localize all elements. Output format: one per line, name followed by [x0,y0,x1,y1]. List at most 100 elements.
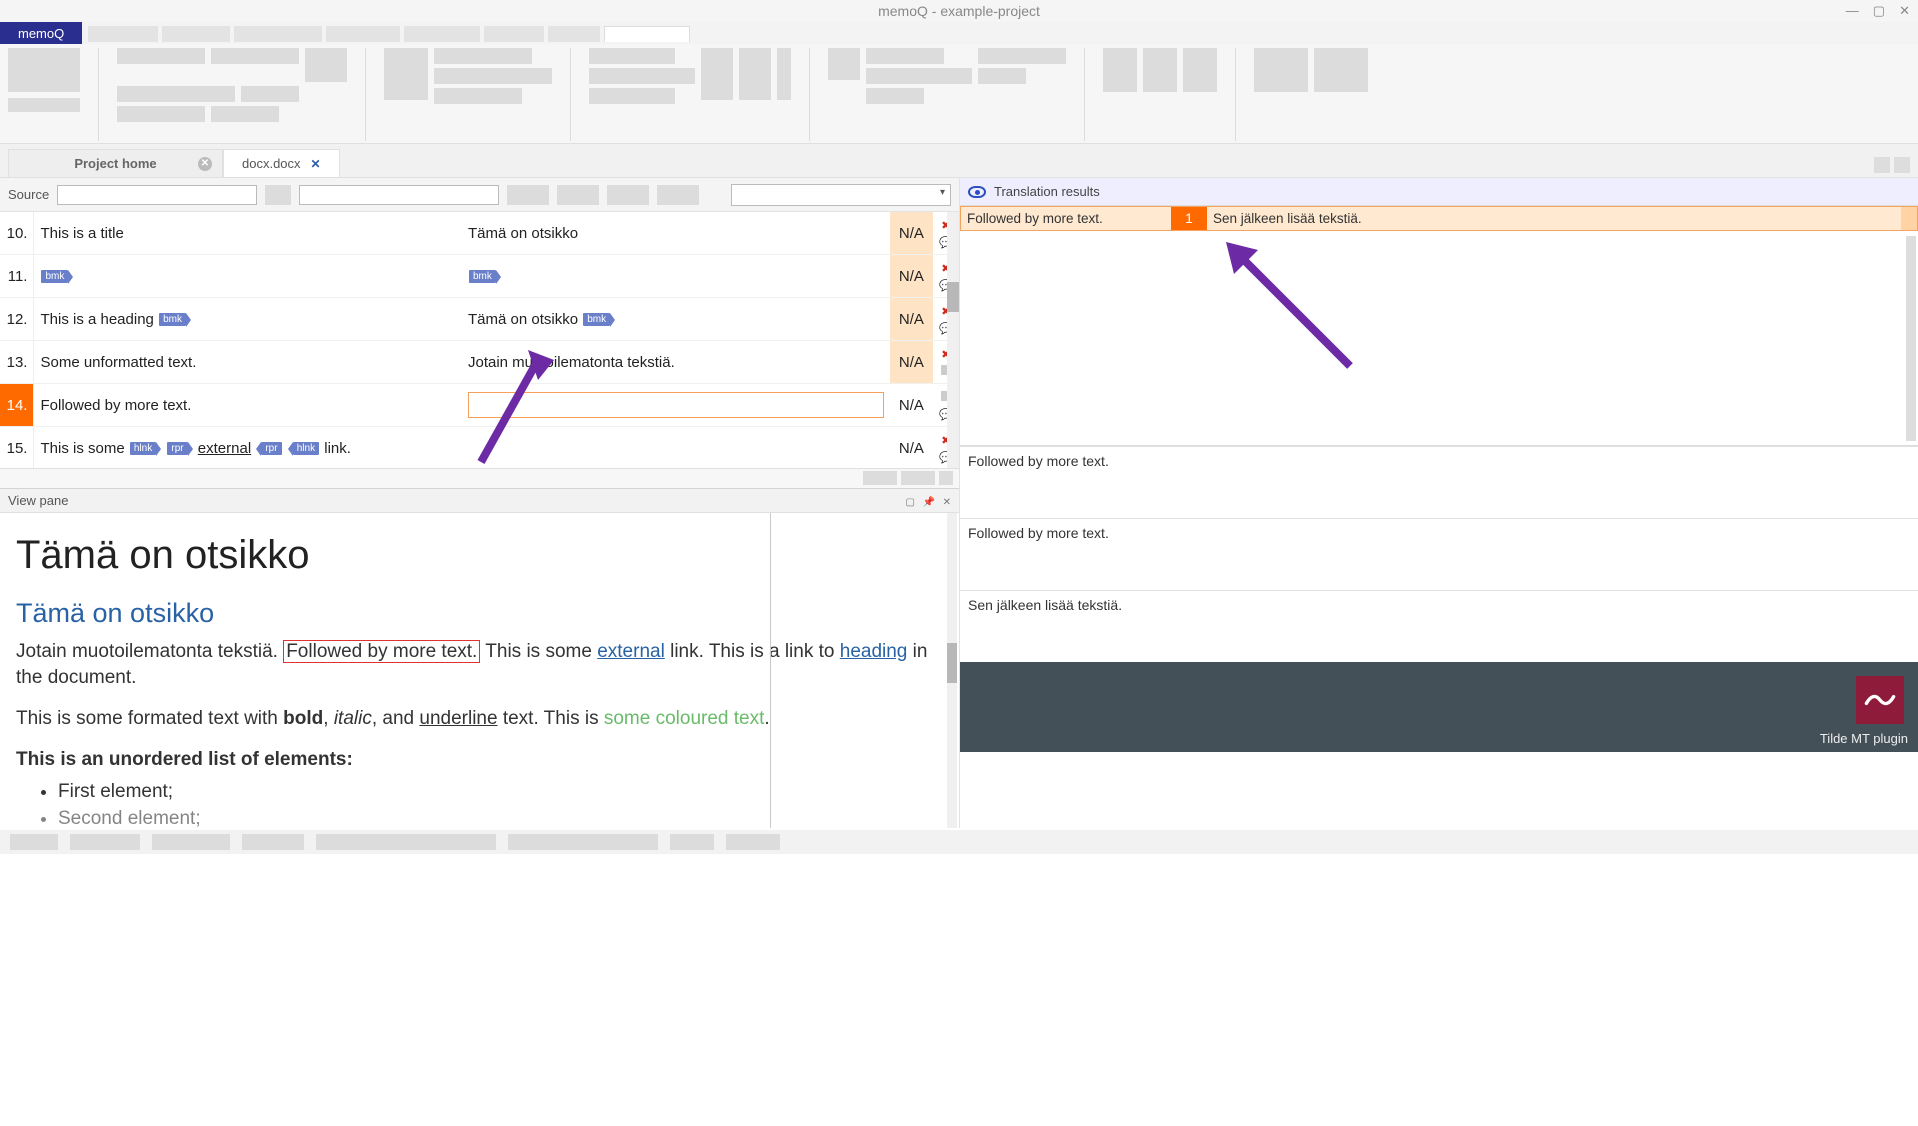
segment-number: 14. [0,384,34,427]
segment-target[interactable] [462,384,890,427]
translation-grid: 10. This is a title Tämä on otsikko N/A … [0,212,959,468]
ribbon-button[interactable] [1314,48,1368,92]
segment-target[interactable]: bmk [462,255,890,298]
ribbon-button[interactable] [777,48,791,100]
mt-plugin-bar: Tilde MT plugin [960,662,1918,752]
ribbon-button[interactable] [1183,48,1217,92]
ribbon-button[interactable] [589,88,675,104]
ribbon-button[interactable] [866,88,924,104]
dock-icon[interactable]: ▢ [905,497,914,508]
segment-row[interactable]: 10. This is a title Tämä on otsikko N/A … [0,212,959,255]
ribbon-button[interactable] [305,48,347,82]
toolbar-button[interactable] [607,185,649,205]
ribbon-button[interactable] [866,48,944,64]
ribbon-tab-active[interactable] [604,26,690,42]
view-pane-content: Tämä on otsikko Tämä on otsikko Jotain m… [0,513,959,828]
ribbon-button[interactable] [117,106,205,122]
status-item [242,834,304,850]
preview-scrollbar[interactable] [947,513,957,828]
target-filter-input[interactable] [299,185,499,205]
ribbon-button[interactable] [1103,48,1137,92]
ribbon-tab[interactable] [484,26,544,42]
footer-button[interactable] [863,471,897,485]
ribbon-button[interactable] [434,88,522,104]
segment-row[interactable]: 15. This is some hlnk rpr external rpr h… [0,427,959,469]
segment-source[interactable]: Followed by more text. [34,384,462,427]
toolbar-button[interactable] [557,185,599,205]
detail-source-pane: Followed by more text. [960,446,1918,518]
close-tab-icon[interactable]: ✕ [198,157,212,171]
segment-target[interactable] [462,427,890,469]
close-icon[interactable]: ✕ [1899,3,1910,19]
segment-source[interactable]: This is a heading bmk [34,298,462,341]
segment-number: 15. [0,427,34,469]
toolbar-button[interactable] [265,185,291,205]
sort-dropdown[interactable] [731,184,951,206]
ribbon-tab[interactable] [234,26,322,42]
ribbon-tab[interactable] [404,26,480,42]
panel-toggle-icon[interactable] [1894,157,1910,173]
pin-icon[interactable]: 📌 [923,497,935,508]
ribbon-tabs [82,22,690,44]
ribbon-button[interactable] [117,86,235,102]
ribbon-button[interactable] [117,48,205,64]
tab-project-home[interactable]: Project home ✕ [8,149,223,177]
segment-source[interactable]: This is a title [34,212,462,255]
ribbon-button[interactable] [589,48,675,64]
close-tab-icon[interactable]: ✕ [311,157,321,171]
brand-badge[interactable]: memoQ [0,22,82,44]
ribbon-button[interactable] [1254,48,1308,92]
segment-row[interactable]: 12. This is a heading bmk Tämä on otsikk… [0,298,959,341]
source-filter-input[interactable] [57,185,257,205]
close-pane-icon[interactable]: ✕ [943,497,951,508]
footer-button[interactable] [939,471,953,485]
panel-toggle-icon[interactable] [1874,157,1890,173]
ribbon-tab[interactable] [548,26,600,42]
ribbon-button[interactable] [384,48,428,100]
grid-scrollbar[interactable] [947,212,959,468]
segment-target[interactable]: Jotain muotoilematonta tekstiä. [462,341,890,384]
segment-row[interactable]: 13. Some unformatted text. Jotain muotoi… [0,341,959,384]
ribbon-button[interactable] [866,68,972,84]
segment-source[interactable]: This is some hlnk rpr external rpr hlnk … [34,427,462,469]
ribbon-tab[interactable] [326,26,400,42]
ribbon-button[interactable] [828,48,860,80]
ribbon-button[interactable] [8,48,80,92]
segment-source[interactable]: Some unformatted text. [34,341,462,384]
segment-source[interactable]: bmk [34,255,462,298]
ribbon-button[interactable] [434,68,552,84]
ribbon-button[interactable] [978,68,1026,84]
target-edit-box[interactable] [468,392,884,418]
ribbon-button[interactable] [1143,48,1177,92]
ribbon-tab[interactable] [88,26,158,42]
tab-document-active[interactable]: docx.docx ✕ [223,149,340,177]
ribbon-button[interactable] [241,86,299,102]
ribbon-button[interactable] [589,68,695,84]
toolbar-button[interactable] [507,185,549,205]
ribbon-button[interactable] [434,48,532,64]
link-heading[interactable]: heading [840,641,908,662]
toolbar-button[interactable] [657,185,699,205]
segment-status: N/A [890,384,933,427]
ribbon-button[interactable] [701,48,733,100]
segment-target[interactable]: Tämä on otsikko bmk [462,298,890,341]
window-controls: — ▢ ✕ [1846,3,1910,19]
tag-hlnk: hlnk [293,442,319,455]
ribbon-tab[interactable] [162,26,230,42]
segment-row[interactable]: 11. bmk bmk N/A ✖💬 [0,255,959,298]
translation-result-row[interactable]: Followed by more text. 1 Sen jälkeen lis… [960,206,1918,231]
ribbon-button[interactable] [211,48,299,64]
ribbon-button[interactable] [978,48,1066,64]
results-scrollbar[interactable] [1906,236,1916,441]
ribbon-button[interactable] [739,48,771,100]
segment-target[interactable]: Tämä on otsikko [462,212,890,255]
ribbon-button[interactable] [211,106,279,122]
maximize-icon[interactable]: ▢ [1873,3,1885,19]
footer-button[interactable] [901,471,935,485]
tag-hlnk: hlnk [130,442,156,455]
segment-row-active[interactable]: 14. Followed by more text. N/A 💬 [0,384,959,427]
tilde-logo-icon[interactable] [1856,676,1904,724]
minimize-icon[interactable]: — [1846,3,1859,19]
link-external[interactable]: external [597,641,665,662]
segment-status: N/A [890,341,933,384]
